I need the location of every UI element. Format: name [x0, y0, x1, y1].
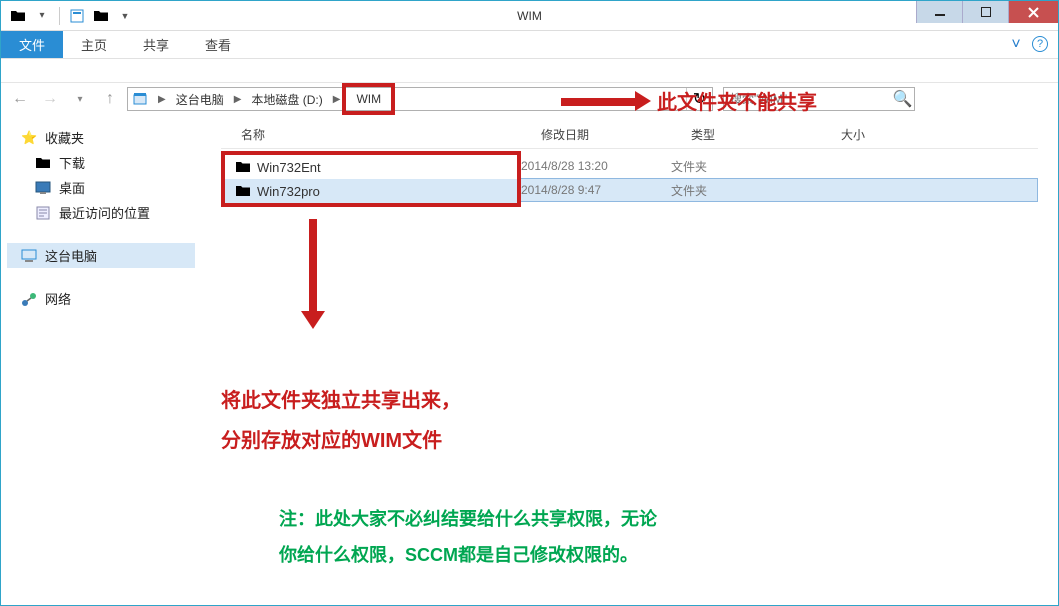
- window-title: WIM: [1, 9, 1058, 23]
- back-button[interactable]: ←: [7, 86, 33, 112]
- column-header-type[interactable]: 类型: [691, 126, 841, 143]
- column-header-size[interactable]: 大小: [841, 126, 941, 143]
- sidebar-favorites[interactable]: ⭐ 收藏夹: [7, 125, 195, 150]
- chevron-right-icon[interactable]: ▶: [331, 94, 343, 105]
- chevron-right-icon[interactable]: ▶: [156, 94, 168, 105]
- breadcrumb-drive[interactable]: 本地磁盘 (D:): [243, 88, 330, 110]
- forward-button[interactable]: →: [37, 86, 63, 112]
- network-icon: [21, 291, 37, 307]
- help-icon[interactable]: ?: [1032, 36, 1048, 52]
- desktop-icon: [35, 180, 51, 196]
- qat-more-icon[interactable]: ▼: [114, 5, 136, 27]
- qat-dropdown-icon[interactable]: ▾: [31, 5, 53, 27]
- annotation-text: 注：此处大家不必纠结要给什么共享权限，无论: [279, 501, 657, 537]
- ribbon-tab-share[interactable]: 共享: [125, 31, 187, 58]
- folder-app-icon: [7, 5, 29, 27]
- search-icon[interactable]: 🔍: [891, 89, 914, 109]
- annotation-share-folders: 将此文件夹独立共享出来， 分别存放对应的WIM文件: [221, 381, 461, 461]
- maximize-button[interactable]: [962, 1, 1008, 23]
- column-header-name[interactable]: 名称: [221, 126, 541, 143]
- titlebar: ▾ ▼ WIM: [1, 1, 1058, 31]
- star-icon: ⭐: [21, 130, 37, 146]
- ribbon-tab-view[interactable]: 查看: [187, 31, 249, 58]
- sidebar-item-label: 下载: [59, 153, 85, 172]
- close-button[interactable]: [1008, 1, 1058, 23]
- sidebar-item-label: 最近访问的位置: [59, 203, 150, 222]
- file-name: Win732pro: [257, 184, 320, 199]
- annotation-highlight-wim: WIM: [342, 83, 395, 115]
- ribbon-tab-home[interactable]: 主页: [63, 31, 125, 58]
- nav-row: ← → ▾ ↑ ▶ 这台电脑 ▶ 本地磁盘 (D:) ▶ WIM ↻ 🔍: [1, 83, 1058, 115]
- downloads-icon: [35, 155, 51, 171]
- folder-icon: [235, 159, 251, 175]
- recent-icon: [35, 205, 51, 221]
- annotation-highlight-files: Win732Ent Win732pro: [221, 151, 521, 207]
- file-date: 2014/8/28 13:20: [521, 159, 671, 173]
- recent-dropdown-icon[interactable]: ▾: [67, 86, 93, 112]
- annotation-text: 此文件夹不能共享: [657, 86, 817, 115]
- up-button[interactable]: ↑: [97, 86, 123, 112]
- breadcrumb-wim[interactable]: WIM: [348, 87, 389, 111]
- annotation-cannot-share: 此文件夹不能共享: [561, 86, 817, 115]
- ribbon-expand-icon[interactable]: ˅: [1000, 31, 1032, 58]
- arrow-down-icon: [301, 219, 325, 329]
- file-type: 文件夹: [671, 182, 821, 199]
- sidebar-label: 收藏夹: [45, 128, 84, 147]
- properties-icon[interactable]: [66, 5, 88, 27]
- sidebar-item-label: 网络: [45, 289, 71, 308]
- annotation-text: 将此文件夹独立共享出来，: [221, 381, 461, 421]
- ribbon: 文件 主页 共享 查看 ˅ ?: [1, 31, 1058, 59]
- annotation-note-permissions: 注：此处大家不必纠结要给什么共享权限，无论 你给什么权限，SCCM都是自己修改权…: [279, 501, 657, 573]
- breadcrumb-computer[interactable]: 这台电脑: [168, 88, 232, 110]
- sidebar-network[interactable]: 网络: [7, 286, 195, 311]
- chevron-right-icon[interactable]: ▶: [232, 94, 244, 105]
- folder-icon: [235, 183, 251, 199]
- file-name: Win732Ent: [257, 160, 321, 175]
- annotation-text: 你给什么权限，SCCM都是自己修改权限的。: [279, 537, 657, 573]
- ribbon-file-tab[interactable]: 文件: [1, 31, 63, 58]
- file-row[interactable]: Win732pro: [225, 179, 517, 203]
- file-row[interactable]: Win732Ent: [225, 155, 517, 179]
- column-header-date[interactable]: 修改日期: [541, 126, 691, 143]
- minimize-button[interactable]: [916, 1, 962, 23]
- sidebar-item-recent[interactable]: 最近访问的位置: [7, 200, 195, 225]
- sidebar-item-desktop[interactable]: 桌面: [7, 175, 195, 200]
- annotation-text: 分别存放对应的WIM文件: [221, 421, 461, 461]
- new-folder-icon[interactable]: [90, 5, 112, 27]
- arrow-right-icon: [561, 95, 651, 107]
- sidebar: ⭐ 收藏夹 下载 桌面 最近访问的位置 这台电脑: [1, 115, 201, 605]
- sidebar-item-label: 这台电脑: [45, 246, 97, 265]
- sidebar-item-label: 桌面: [59, 178, 85, 197]
- file-type: 文件夹: [671, 158, 821, 175]
- sidebar-item-downloads[interactable]: 下载: [7, 150, 195, 175]
- file-date: 2014/8/28 9:47: [521, 183, 671, 197]
- sidebar-computer[interactable]: 这台电脑: [7, 243, 195, 268]
- computer-icon: [21, 248, 37, 264]
